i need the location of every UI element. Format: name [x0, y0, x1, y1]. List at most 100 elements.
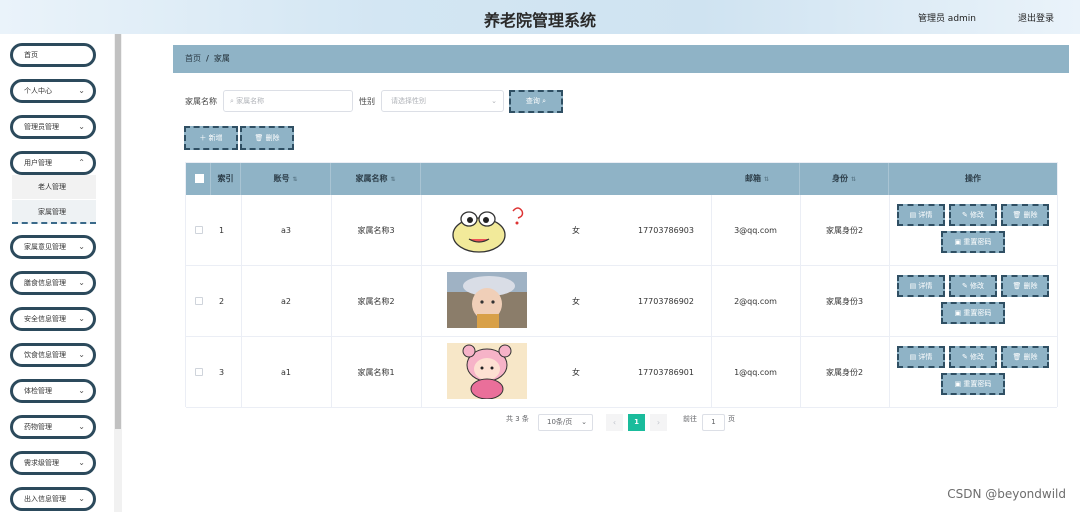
watermark: CSDN @beyondwild — [947, 487, 1066, 501]
row-checkbox[interactable] — [195, 368, 203, 376]
edit-button[interactable]: ✎ 修改 — [949, 275, 997, 297]
chevron-down-icon: ⌄ — [78, 458, 85, 467]
query-button-label: 查询 — [525, 97, 540, 105]
sort-icon[interactable]: ⇅ — [851, 176, 856, 183]
query-button[interactable]: 查询 ⌕ — [509, 90, 563, 113]
column-header-name[interactable]: 家属名称 ⇅ — [331, 163, 421, 195]
edit-button-label: 修改 — [970, 282, 985, 290]
add-button[interactable]: ＋ 新增 — [184, 126, 238, 150]
batch-delete-button[interactable]: 🗑 删除 — [240, 126, 294, 150]
cell-email: 1@qq.com — [734, 368, 777, 377]
sidebar-item-checkup[interactable]: 体检管理 ⌄ — [10, 379, 96, 403]
detail-button[interactable]: ▤ 详情 — [897, 346, 945, 368]
gender-select-placeholder: 请选择性别 — [391, 97, 426, 105]
sidebar-item-label: 管理员管理 — [24, 123, 59, 131]
next-page-button[interactable]: › — [650, 414, 667, 431]
reset-password-button[interactable]: ▣ 重置密码 — [941, 302, 1005, 324]
sort-icon[interactable]: ⇅ — [292, 176, 297, 183]
cell-phone: 17703786902 — [638, 297, 694, 306]
key-icon: ▣ — [954, 380, 962, 388]
page-number-1[interactable]: 1 — [628, 414, 645, 431]
chevron-down-icon: ⌄ — [78, 242, 85, 251]
sidebar-item-feedback[interactable]: 家属意见管理 ⌄ — [10, 235, 96, 259]
chevron-down-icon: ⌄ — [78, 122, 85, 131]
column-header-account[interactable]: 账号 ⇅ — [241, 163, 331, 195]
top-header: 养老院管理系统 管理员 admin 退出登录 — [0, 0, 1080, 34]
sidebar-item-medicine[interactable]: 药物管理 ⌄ — [10, 415, 96, 439]
goto-label: 前往 — [683, 415, 697, 423]
sidebar-subitem-family[interactable]: 家属管理 — [12, 200, 96, 224]
page-size-select[interactable]: 10条/页 ⌄ — [538, 414, 593, 431]
trash-icon: 🗑 — [254, 134, 264, 142]
sidebar-subitem-elders[interactable]: 老人管理 — [12, 175, 96, 199]
name-search-input[interactable]: ⌕ 家属名称 — [223, 90, 353, 112]
sidebar-item-safety[interactable]: 安全信息管理 ⌄ — [10, 307, 96, 331]
key-icon: ▣ — [954, 309, 962, 317]
breadcrumb-home[interactable]: 首页 — [185, 54, 201, 63]
sidebar-item-users[interactable]: 用户管理 ⌃ — [10, 151, 96, 175]
name-search-placeholder: 家属名称 — [236, 97, 265, 105]
sidebar-item-label: 药物管理 — [24, 423, 52, 431]
breadcrumb-current: 家属 — [213, 54, 230, 63]
chevron-right-icon: › — [656, 418, 661, 427]
sidebar-item-label: 用户管理 — [24, 159, 52, 167]
sidebar-item-label: 首页 — [24, 51, 38, 59]
reset-password-button[interactable]: ▣ 重置密码 — [941, 231, 1005, 253]
sidebar-item-meals[interactable]: 膳食信息管理 ⌄ — [10, 271, 96, 295]
detail-button[interactable]: ▤ 详情 — [897, 275, 945, 297]
pencil-icon: ✎ — [961, 211, 968, 219]
sidebar-item-admin[interactable]: 管理员管理 ⌄ — [10, 115, 96, 139]
cell-identity: 家属身份3 — [825, 297, 864, 306]
sidebar-item-home[interactable]: 首页 — [10, 43, 96, 67]
detail-button-label: 详情 — [918, 353, 933, 361]
delete-button[interactable]: 🗑 删除 — [1001, 275, 1049, 297]
reset-password-button[interactable]: ▣ 重置密码 — [941, 373, 1005, 395]
pagination-total: 共 3 条 — [506, 415, 529, 423]
detail-button-label: 详情 — [918, 211, 933, 219]
column-header-label: 身份 — [831, 174, 848, 183]
column-header-email[interactable]: 邮箱 ⇅ — [421, 163, 800, 195]
delete-button[interactable]: 🗑 删除 — [1001, 346, 1049, 368]
row-checkbox[interactable] — [195, 297, 203, 305]
doc-icon: ▤ — [909, 211, 917, 219]
doc-icon: ▤ — [909, 353, 917, 361]
sidebar-item-label: 需求级管理 — [24, 459, 59, 467]
gender-select[interactable]: 请选择性别 ⌄ — [381, 90, 504, 112]
detail-button[interactable]: ▤ 详情 — [897, 204, 945, 226]
key-icon: ▣ — [954, 238, 962, 246]
sidebar-item-needs[interactable]: 需求级管理 ⌄ — [10, 451, 96, 475]
cell-account: a3 — [281, 226, 291, 235]
sidebar-item-label: 安全信息管理 — [24, 315, 66, 323]
delete-button[interactable]: 🗑 删除 — [1001, 204, 1049, 226]
avatar-frog-image — [452, 207, 524, 253]
sidebar-scrollbar-thumb[interactable] — [115, 34, 121, 429]
delete-button-label: 删除 — [1023, 353, 1038, 361]
column-header-identity[interactable]: 身份 ⇅ — [800, 163, 889, 195]
table-row: 3 a1 家属名称1 女 17703786901 1@qq.com 家属身份2 … — [186, 337, 1057, 408]
cell-divider — [421, 266, 422, 337]
avatar-photo-image — [447, 272, 527, 328]
sidebar-item-profile[interactable]: 个人中心 ⌄ — [10, 79, 96, 103]
column-header-label: 家属名称 — [355, 174, 388, 183]
edit-button[interactable]: ✎ 修改 — [949, 346, 997, 368]
chevron-down-icon: ⌄ — [78, 422, 85, 431]
column-header-ops: 操作 — [965, 174, 981, 183]
delete-button-label: 删除 — [1023, 211, 1038, 219]
sidebar-item-access[interactable]: 出入信息管理 ⌄ — [10, 487, 96, 511]
sort-icon[interactable]: ⇅ — [390, 176, 395, 183]
chevron-down-icon: ⌄ — [78, 494, 85, 503]
cell-divider — [889, 195, 890, 266]
reset-password-label: 重置密码 — [963, 380, 992, 388]
logout-link[interactable]: 退出登录 — [1018, 11, 1054, 24]
sidebar-item-label: 个人中心 — [24, 87, 52, 95]
chevron-down-icon: ⌄ — [78, 386, 85, 395]
edit-button[interactable]: ✎ 修改 — [949, 204, 997, 226]
sort-icon[interactable]: ⇅ — [764, 176, 769, 183]
prev-page-button[interactable]: ‹ — [606, 414, 623, 431]
goto-page-input[interactable]: 1 — [702, 414, 725, 431]
sidebar-item-diet[interactable]: 饮食信息管理 ⌄ — [10, 343, 96, 367]
delete-button-label: 删除 — [1023, 282, 1038, 290]
cell-divider — [889, 337, 890, 408]
row-checkbox[interactable] — [195, 226, 203, 234]
select-all-checkbox[interactable] — [195, 174, 204, 183]
